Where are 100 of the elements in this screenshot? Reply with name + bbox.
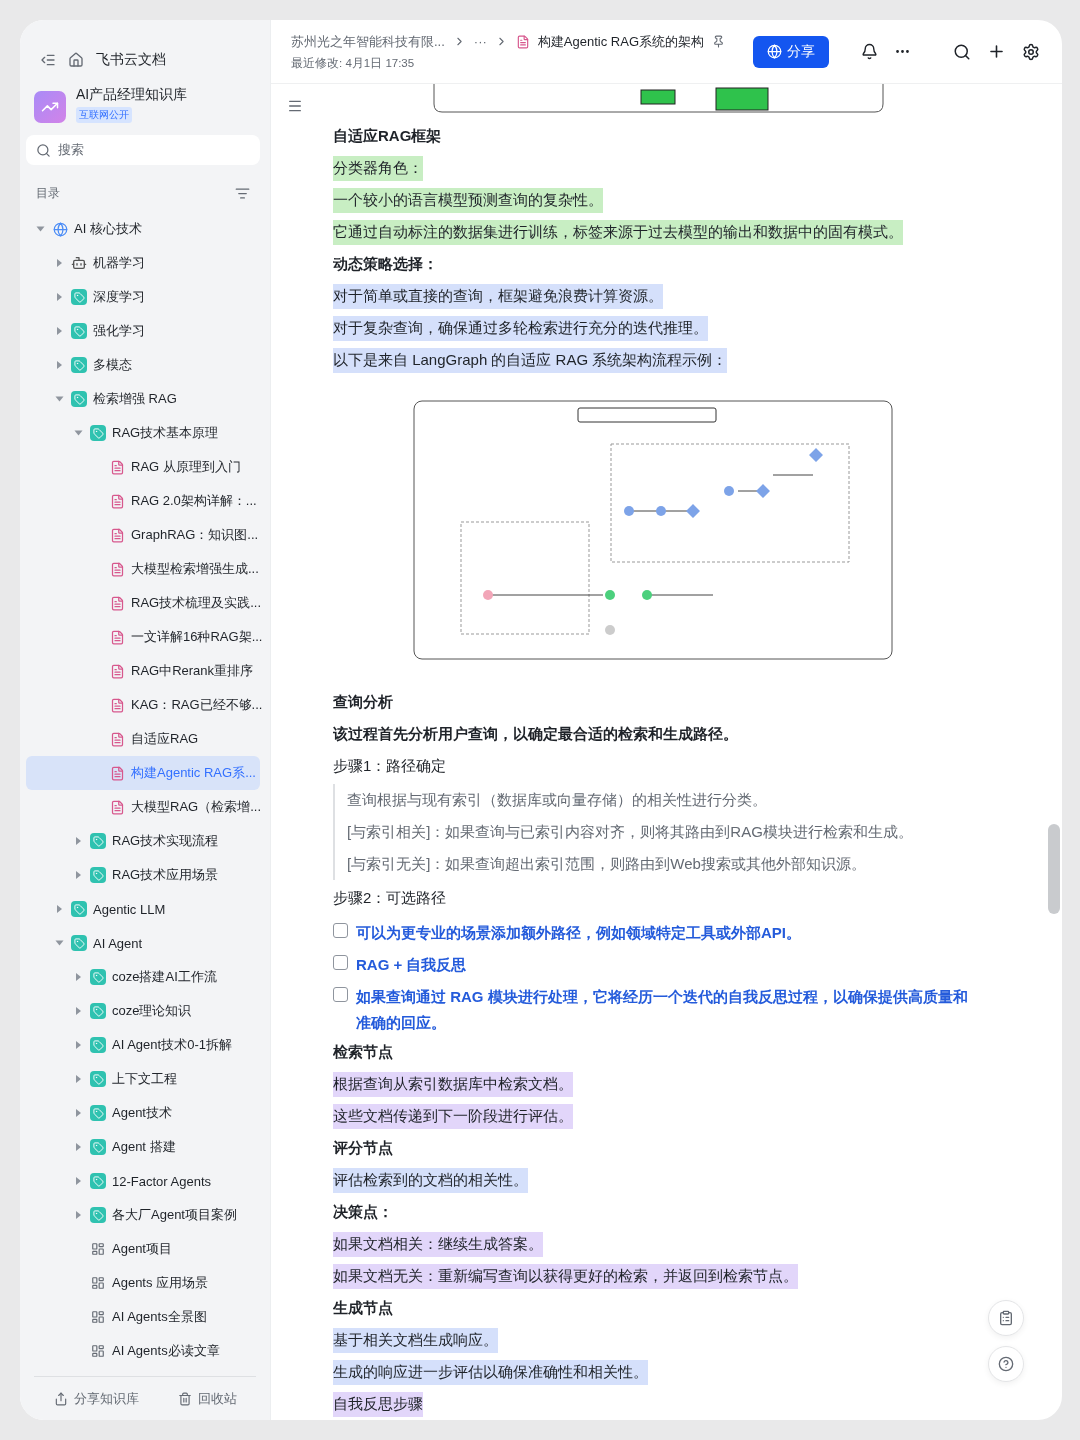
tree-item[interactable]: 各大厂Agent项目案例	[26, 1198, 260, 1232]
checkbox[interactable]	[333, 923, 348, 938]
help-icon[interactable]	[988, 1346, 1024, 1382]
quote-text: 查询根据与现有索引（数据库或向量存储）的相关性进行分类。	[347, 790, 767, 810]
globe-icon	[767, 44, 782, 59]
list-icon[interactable]	[235, 186, 250, 201]
caret-icon[interactable]	[75, 1109, 81, 1117]
share-icon	[53, 1391, 68, 1406]
tree-item[interactable]: Agent 搭建	[26, 1130, 260, 1164]
highlighted-text: 这些文档传递到下一阶段进行评估。	[333, 1103, 573, 1129]
tree-item[interactable]: RAG技术基本原理	[26, 416, 260, 450]
section-heading: 动态策略选择：	[333, 254, 438, 274]
tree-item[interactable]: Agents 应用场景	[26, 1266, 260, 1300]
tree-item[interactable]: RAG技术实现流程	[26, 824, 260, 858]
document-icon	[109, 459, 125, 475]
tree-item[interactable]: 大模型RAG（检索增...	[26, 790, 260, 824]
tree-item[interactable]: RAG 从原理到入门	[26, 450, 260, 484]
tree-item[interactable]: 一文详解16种RAG架...	[26, 620, 260, 654]
collapse-sidebar-icon[interactable]	[40, 52, 56, 68]
caret-icon[interactable]	[56, 905, 62, 913]
highlighted-text: 基于相关文档生成响应。	[333, 1327, 498, 1353]
tag-icon	[71, 289, 87, 305]
highlighted-text: 它通过自动标注的数据集进行训练，标签来源于过去模型的输出和数据中的固有模式。	[333, 219, 903, 245]
caret-icon[interactable]	[75, 837, 81, 845]
tag-icon	[90, 1207, 106, 1223]
caret-icon[interactable]	[56, 361, 62, 369]
board-icon	[91, 1276, 105, 1290]
section-heading: 该过程首先分析用户查询，以确定最合适的检索和生成路径。	[333, 724, 738, 744]
caret-icon[interactable]	[75, 871, 81, 879]
tree-item[interactable]: RAG中Rerank重排序	[26, 654, 260, 688]
document-icon	[109, 595, 125, 611]
tree-item[interactable]: RAG技术应用场景	[26, 858, 260, 892]
tag-icon	[90, 969, 106, 985]
outline-icon[interactable]	[287, 98, 303, 114]
section-heading: 查询分析	[333, 692, 393, 712]
highlighted-text: 如果文档无关：重新编写查询以获得更好的检索，并返回到检索节点。	[333, 1263, 798, 1289]
tree-item[interactable]: AI Agents全景图	[26, 1300, 260, 1334]
home-icon[interactable]	[68, 52, 84, 68]
highlighted-text: 生成的响应进一步评估以确保准确性和相关性。	[333, 1359, 648, 1385]
share-button[interactable]: 分享	[753, 35, 829, 68]
tree-item[interactable]: 深度学习	[26, 280, 260, 314]
caret-icon[interactable]	[75, 973, 81, 981]
tree-item[interactable]: RAG技术梳理及实践...	[26, 586, 260, 620]
tree-item[interactable]: 自适应RAG	[26, 722, 260, 756]
document-icon	[109, 663, 125, 679]
search-field[interactable]: 搜索	[26, 135, 260, 165]
tree-item[interactable]: AI Agents必读文章	[26, 1334, 260, 1368]
checkbox[interactable]	[333, 987, 348, 1002]
section-heading: 检索节点	[333, 1042, 393, 1062]
tree-item[interactable]: 大模型检索增强生成...	[26, 552, 260, 586]
tree-item[interactable]: Agent技术	[26, 1096, 260, 1130]
tree-item[interactable]: 12-Factor Agents	[26, 1164, 260, 1198]
share-space-button[interactable]: 分享知识库	[47, 1388, 145, 1409]
tree-item[interactable]: Agent项目	[26, 1232, 260, 1266]
trash-button[interactable]: 回收站	[171, 1388, 243, 1409]
tree-item[interactable]: coze搭建AI工作流	[26, 960, 260, 994]
quote-text: [与索引无关]：如果查询超出索引范围，则路由到Web搜索或其他外部知识源。	[347, 854, 866, 874]
breadcrumb-link[interactable]: ···	[473, 34, 487, 49]
tree-item[interactable]: 机器学习	[26, 246, 260, 280]
section-heading: 决策点：	[333, 1202, 393, 1222]
caret-icon[interactable]	[75, 1143, 81, 1151]
highlighted-text: 根据查询从索引数据库中检索文档。	[333, 1071, 573, 1097]
breadcrumb-link[interactable]: 苏州光之年智能科技有限...	[291, 32, 445, 51]
caret-icon[interactable]	[56, 293, 62, 301]
tree-item[interactable]: GraphRAG：知识图...	[26, 518, 260, 552]
tree-item[interactable]: 上下文工程	[26, 1062, 260, 1096]
tag-icon	[71, 901, 87, 917]
tree-item[interactable]: AI 核心技术	[26, 212, 260, 246]
scrollbar-thumb[interactable]	[1048, 824, 1060, 914]
caret-icon[interactable]	[56, 327, 62, 335]
caret-icon[interactable]	[55, 396, 63, 402]
home-title[interactable]: 飞书云文档	[96, 51, 166, 69]
pin-icon[interactable]	[712, 35, 725, 48]
tree-item[interactable]: 多模态	[26, 348, 260, 382]
document-icon	[515, 34, 530, 49]
tree-item[interactable]: 检索增强 RAG	[26, 382, 260, 416]
tree-item[interactable]: coze理论知识	[26, 994, 260, 1028]
caret-icon[interactable]	[36, 226, 44, 232]
tree-item[interactable]: AI Agent	[26, 926, 260, 960]
robot-icon	[71, 255, 87, 271]
tree-item[interactable]: 强化学习	[26, 314, 260, 348]
caret-icon[interactable]	[56, 259, 62, 267]
document-icon	[109, 493, 125, 509]
caret-icon[interactable]	[55, 940, 63, 946]
section-heading: 自适应RAG框架	[333, 126, 442, 146]
caret-icon[interactable]	[75, 1211, 81, 1219]
tree-item[interactable]: Agentic LLM	[26, 892, 260, 926]
caret-icon[interactable]	[75, 1075, 81, 1083]
tree-item[interactable]: KAG：RAG已经不够...	[26, 688, 260, 722]
caret-icon[interactable]	[75, 1007, 81, 1015]
caret-icon[interactable]	[75, 1041, 81, 1049]
caret-icon[interactable]	[75, 1177, 81, 1185]
tree-item[interactable]: RAG 2.0架构详解：...	[26, 484, 260, 518]
caret-icon[interactable]	[74, 430, 82, 436]
paragraph: 步骤1：路径确定	[333, 756, 447, 776]
checkbox[interactable]	[333, 955, 348, 970]
document-icon	[109, 527, 125, 543]
clipboard-icon[interactable]	[988, 1300, 1024, 1336]
tree-item[interactable]: AI Agent技术0-1拆解	[26, 1028, 260, 1062]
tag-icon	[71, 391, 87, 407]
